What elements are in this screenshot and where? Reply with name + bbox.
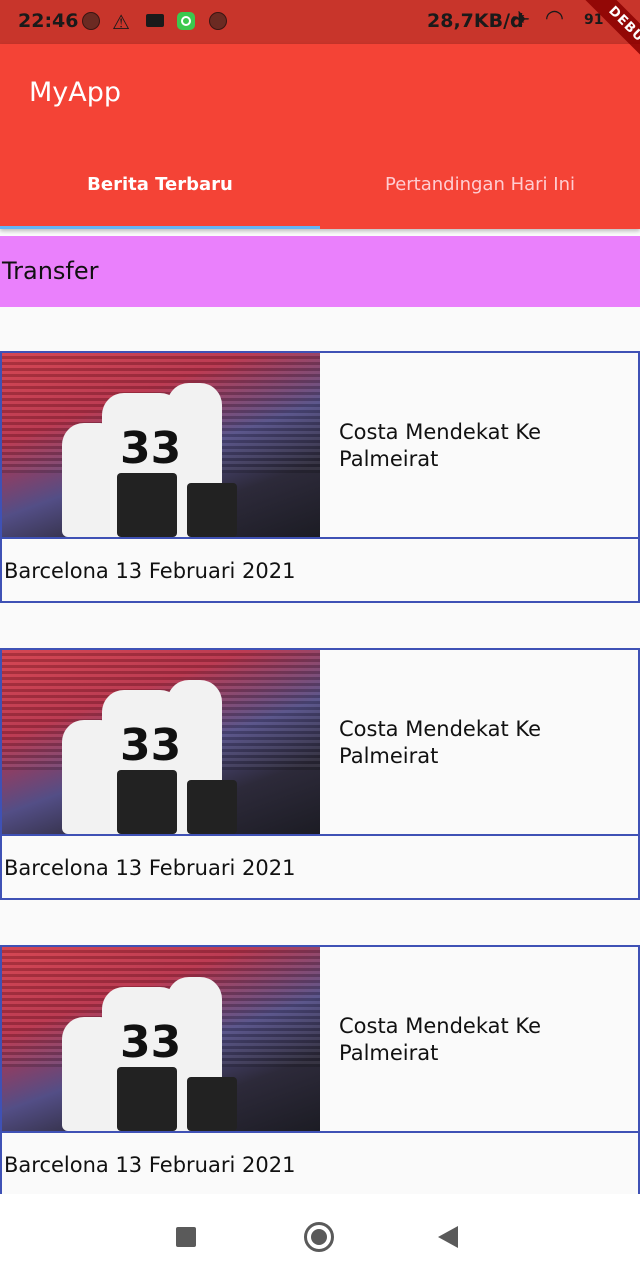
- status-time: 22:46: [18, 10, 79, 32]
- home-circle-icon[interactable]: [304, 1222, 334, 1252]
- news-card[interactable]: 33 Costa Mendekat Ke Palmeirat Barcelona…: [0, 945, 640, 1197]
- news-title: Costa Mendekat Ke Palmeirat: [339, 717, 542, 768]
- video-camera-icon: [146, 14, 164, 27]
- tab-indicator: [0, 226, 320, 229]
- notification-dot-icon: [82, 12, 100, 30]
- app-title: MyApp: [29, 77, 122, 108]
- whatsapp-icon: [177, 12, 195, 30]
- notification-dot-icon: [209, 12, 227, 30]
- news-card[interactable]: 33 Costa Mendekat Ke Palmeirat Barcelona…: [0, 351, 640, 603]
- news-title: Costa Mendekat Ke Palmeirat: [339, 420, 542, 471]
- warning-icon: ⚠: [112, 10, 130, 34]
- app-bar: MyApp Berita Terbaru Pertandingan Hari I…: [0, 44, 640, 229]
- news-card[interactable]: 33 Costa Mendekat Ke Palmeirat Barcelona…: [0, 648, 640, 900]
- system-nav-bar: [0, 1194, 640, 1280]
- wifi-icon: ◠: [546, 6, 563, 31]
- back-triangle-icon[interactable]: [438, 1226, 458, 1248]
- news-date: Barcelona 13 Februari 2021: [4, 856, 296, 880]
- news-title: Costa Mendekat Ke Palmeirat: [339, 1014, 542, 1065]
- news-image: 33: [2, 650, 320, 834]
- news-date: Barcelona 13 Februari 2021: [4, 559, 296, 583]
- airplane-mode-icon: ✈: [512, 8, 531, 33]
- network-speed: 28,7KB/d: [427, 10, 524, 32]
- recents-square-icon[interactable]: [176, 1227, 196, 1247]
- news-image: 33: [2, 353, 320, 537]
- category-header: Transfer: [0, 236, 640, 307]
- news-image: 33: [2, 947, 320, 1131]
- category-label: Transfer: [2, 257, 99, 285]
- status-bar: 22:46 ⚠ 28,7KB/d ✈ ◠ 91: [0, 0, 640, 44]
- tab-berita-terbaru[interactable]: Berita Terbaru: [0, 174, 320, 195]
- news-date: Barcelona 13 Februari 2021: [4, 1153, 296, 1177]
- tab-pertandingan-hari-ini[interactable]: Pertandingan Hari Ini: [320, 174, 640, 195]
